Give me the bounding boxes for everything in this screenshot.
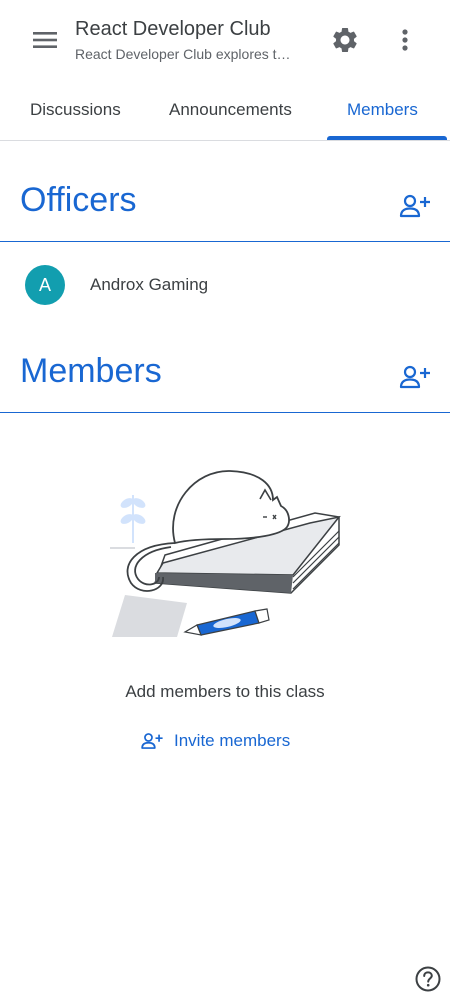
help-button[interactable] <box>414 965 442 993</box>
menu-icon <box>33 32 57 48</box>
person-add-icon <box>399 194 430 218</box>
members-section-header: Members <box>0 342 450 413</box>
tab-discussions[interactable]: Discussions <box>30 82 121 140</box>
avatar: A <box>25 265 65 305</box>
add-member-button[interactable] <box>398 362 432 392</box>
invite-members-button[interactable]: Invite members <box>140 726 290 756</box>
tab-members[interactable]: Members <box>347 82 418 140</box>
more-vert-icon <box>402 29 408 51</box>
active-tab-indicator <box>327 136 447 140</box>
tab-bar: Discussions Announcements Members <box>0 82 450 141</box>
officer-name: Androx Gaming <box>90 275 209 294</box>
person-add-icon <box>141 733 163 749</box>
top-bar: React Developer Club React Developer Clu… <box>0 0 450 82</box>
officers-section-header: Officers <box>0 171 450 242</box>
invite-members-label: Invite members <box>174 731 291 750</box>
class-title: React Developer Club <box>75 18 271 40</box>
cat-on-book-illustration <box>110 470 341 637</box>
settings-button[interactable] <box>330 25 360 55</box>
officers-title: Officers <box>20 181 137 219</box>
empty-members-message: Add members to this class <box>125 682 325 701</box>
class-subtitle: React Developer Club explores t… <box>75 46 291 62</box>
add-officer-button[interactable] <box>398 191 432 221</box>
more-options-button[interactable] <box>391 25 419 55</box>
menu-button[interactable] <box>29 24 61 56</box>
app: React Developer Club React Developer Clu… <box>0 0 450 1000</box>
members-title: Members <box>20 352 162 390</box>
gear-icon <box>333 27 357 52</box>
person-add-icon <box>399 365 430 389</box>
help-circle-icon <box>415 966 441 992</box>
tab-announcements[interactable]: Announcements <box>169 82 292 140</box>
officer-row[interactable]: A Androx Gaming <box>0 250 450 320</box>
